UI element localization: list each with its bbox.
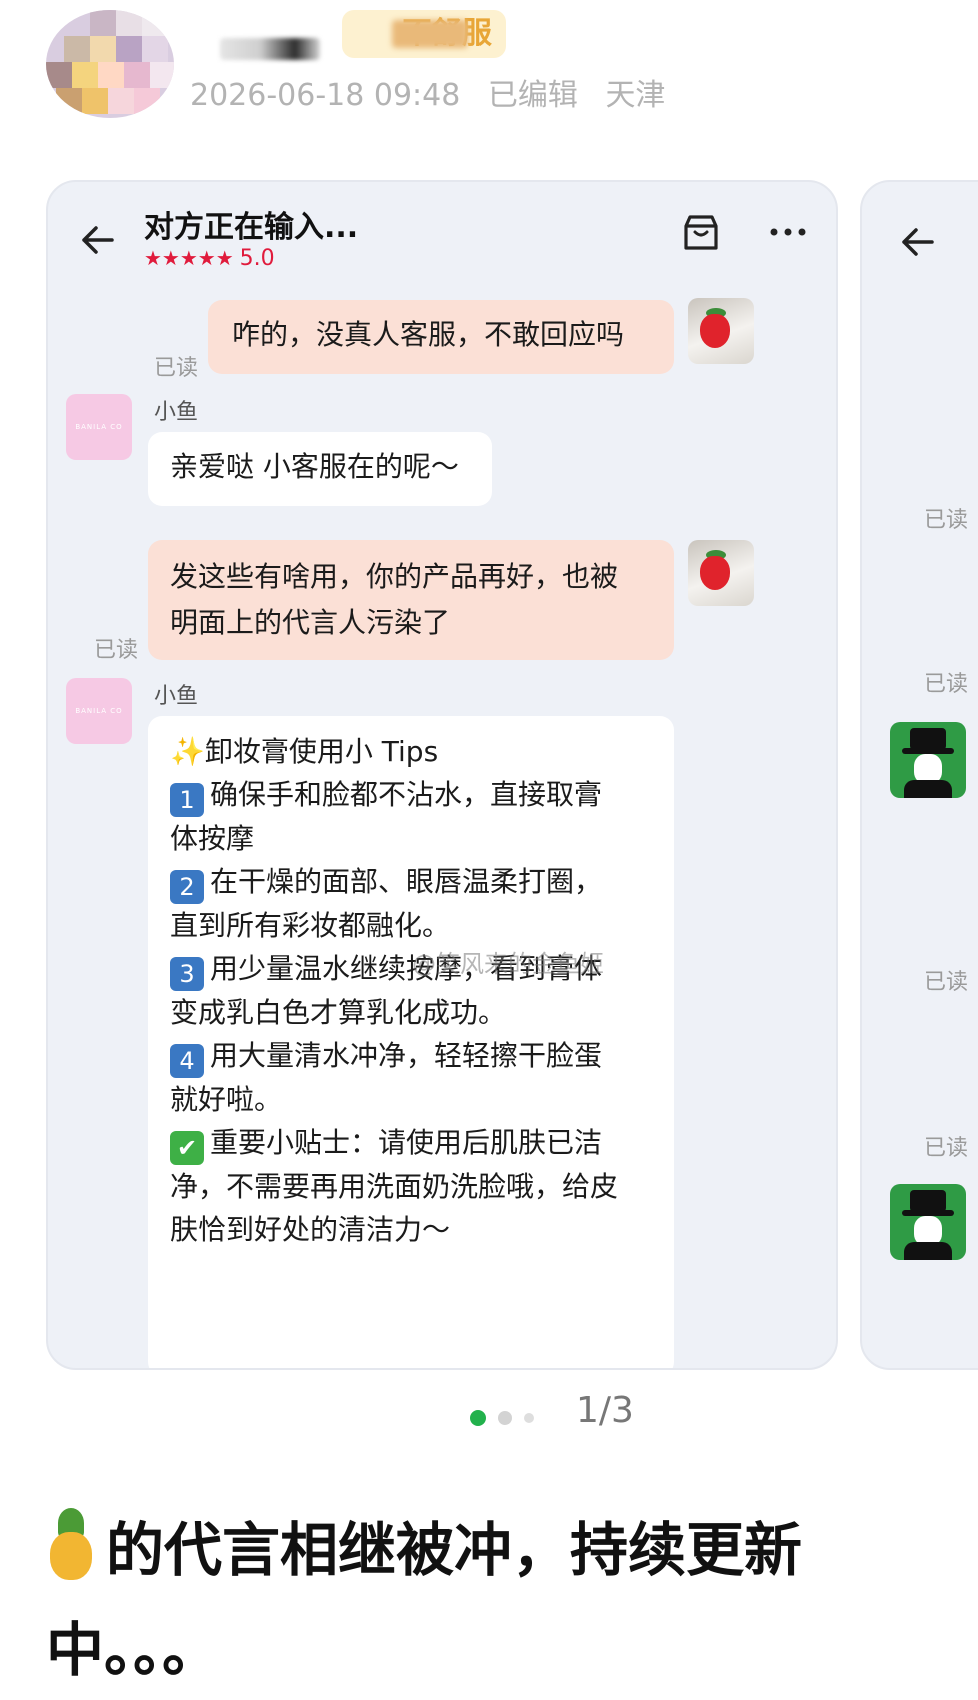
top-hat-shape [910,1190,946,1212]
post-caption: 的代言相继被冲，持续更新中。。。 [46,1500,926,1700]
message-text: 发这些有啥用，你的产品再好，也被 [170,560,619,593]
agent-name: 小鱼 [154,400,199,425]
read-receipt: 已读 [924,1136,969,1161]
check-mark-icon: ✔ [170,1131,204,1165]
watermark: @笑风来的金鱼姬 [408,944,604,979]
suit-shape [904,1242,952,1260]
my-avatar[interactable] [688,540,754,606]
tips-title: 卸妆膏使用小 Tips [204,735,439,768]
rating-score: 5.0 [239,246,275,271]
status-badge: 不舒服 [342,10,506,58]
tip-note-text: 肤恰到好处的清洁力～ [170,1213,451,1246]
rating-stars: ★★★★★ [144,246,234,270]
tip-item-text: 在干燥的面部、眼唇温柔打圈， [210,865,603,898]
dot[interactable] [498,1411,512,1425]
chat-title: 对方正在输入... [144,210,359,245]
author-name-redacted[interactable] [220,38,320,60]
read-receipt: 已读 [154,356,199,381]
post-edited: 已编辑 [487,78,578,113]
dot-active[interactable] [470,1410,486,1426]
tip-item-line: 2 在干燥的面部、眼唇温柔打圈， [170,860,652,904]
post-location: 天津 [605,78,666,113]
shop-rating: ★★★★★ 5.0 [144,246,275,271]
post-meta: 2026-06-18 09:48 已编辑 天津 [190,70,683,114]
tips-title-line: ✨卸妆膏使用小 Tips [170,730,652,773]
agent-avatar-logo: BANILA CO [75,707,123,715]
keycap-3-icon: 3 [170,957,204,991]
tip-item-line: 1 确保手和脸都不沾水，直接取膏 [170,773,652,817]
strawberry-shape [700,314,730,348]
suit-shape [904,780,952,798]
keycap-1-icon: 1 [170,783,204,817]
shop-icon [684,215,718,250]
read-receipt: 已读 [924,672,969,697]
agent-avatar[interactable] [890,722,966,798]
badge-redacted [392,20,468,48]
message-text: 咋的，没真人客服，不敢回应吗 [232,318,625,351]
tips-message-bubble[interactable]: ✨卸妆膏使用小 Tips 1 确保手和脸都不沾水，直接取膏 体按摩 2 在干燥的面部… [148,716,674,1368]
tip-item-text: 体按摩 [170,822,255,855]
tip-item-text: 用大量清水冲净，轻轻擦干脸蛋 [210,1039,603,1072]
read-receipt: 已读 [94,638,139,663]
page-counter: 1/3 [576,1390,634,1431]
agent-name: 小鱼 [154,684,199,709]
message-text: 亲爱哒 小客服在的呢～ [170,450,459,483]
tip-item-text: 变成乳白色才算乳化成功。 [170,996,507,1029]
my-avatar[interactable] [688,298,754,364]
tip-note-line: ✔ 重要小贴士：请使用后肌肤已洁 [170,1121,652,1165]
tip-note-text: 净，不需要再用洗面奶洗脸哦，给皮 [170,1170,619,1203]
read-receipt: 已读 [924,508,969,533]
sparkles-icon: ✨ [170,735,205,768]
back-arrow-icon [902,228,934,256]
read-receipt: 已读 [924,970,969,995]
top-hat-shape [910,728,946,750]
agent-avatar[interactable]: BANILA CO [66,394,132,460]
tip-item-text: 确保手和脸都不沾水，直接取膏 [210,778,603,811]
caption-text: 的代言相继被冲，持续更新中。。。 [46,1516,803,1684]
dot[interactable] [524,1413,534,1423]
tip-item-text: 就好啦。 [170,1083,283,1116]
tip-item-line: 4 用大量清水冲净，轻轻擦干脸蛋 [170,1034,652,1078]
message-bubble-incoming[interactable]: 亲爱哒 小客服在的呢～ [148,432,492,506]
strawberry-shape [700,556,730,590]
pineapple-icon [46,1508,96,1580]
post-date: 2026-06-18 09:48 [190,78,461,113]
message-text: 明面上的代言人污染了 [170,606,451,639]
tip-item-text: 直到所有彩妆都融化。 [170,909,451,942]
agent-avatar-logo: BANILA CO [75,423,123,431]
watermark-text: @笑风来的金鱼姬 [412,950,604,978]
image-card-chat[interactable]: 对方正在输入... ★★★★★ 5.0 已读 咋的，没真人客服，不敢回应吗 BAN… [46,180,838,1370]
tip-note-text: 重要小贴士：请使用后肌肤已洁 [210,1126,603,1159]
agent-avatar[interactable] [890,1184,966,1260]
more-icon [770,228,806,236]
image-card-peek[interactable]: 已读 已读 已读 已读 [860,180,978,1370]
agent-avatar[interactable]: BANILA CO [66,678,132,744]
back-arrow-icon [82,226,114,254]
author-avatar[interactable] [46,10,174,118]
keycap-4-icon: 4 [170,1044,204,1078]
keycap-2-icon: 2 [170,870,204,904]
message-bubble-outgoing[interactable]: 发这些有啥用，你的产品再好，也被 明面上的代言人污染了 [148,540,674,660]
message-bubble-outgoing[interactable]: 咋的，没真人客服，不敢回应吗 [208,300,674,374]
